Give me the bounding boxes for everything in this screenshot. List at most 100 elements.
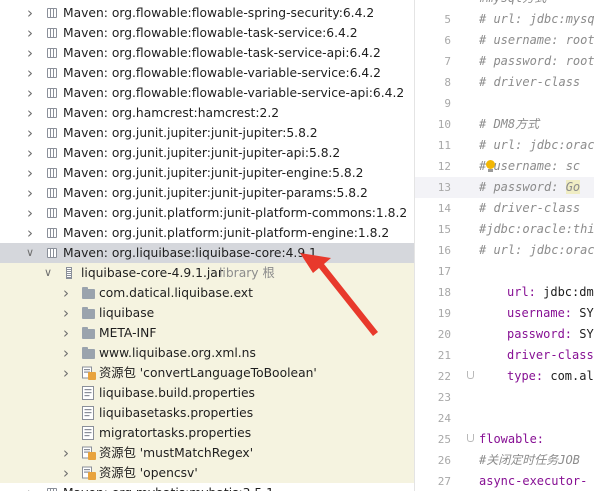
line-number: 8 bbox=[444, 76, 451, 89]
tree-item-maven-library[interactable]: › Maven: org.junit.jupiter:junit-jupiter-… bbox=[0, 163, 414, 183]
chevron-down-icon[interactable]: ∨ bbox=[24, 243, 36, 263]
editor-line[interactable]: 15 #jdbc:oracle:thin bbox=[415, 219, 594, 240]
chevron-right-icon[interactable]: › bbox=[24, 223, 36, 243]
yaml-key: password: bbox=[507, 327, 573, 341]
tree-item-package[interactable]: › META-INF bbox=[0, 323, 414, 343]
library-icon bbox=[47, 28, 57, 38]
fold-marker-icon[interactable] bbox=[467, 434, 474, 442]
tree-item-resource-bundle[interactable]: › 资源包 'convertLanguageToBoolean' bbox=[0, 363, 414, 383]
yaml-entry: password: SYS bbox=[507, 324, 594, 345]
tree-item-label: Maven: org.liquibase:liquibase-core:4.9.… bbox=[63, 246, 317, 260]
editor-line[interactable]: 17 bbox=[415, 261, 594, 282]
chevron-right-icon[interactable]: › bbox=[24, 83, 36, 103]
chevron-right-icon[interactable]: › bbox=[24, 123, 36, 143]
comment-text: # username: root bbox=[479, 33, 594, 47]
tree-item-maven-library[interactable]: › Maven: org.junit.jupiter:junit-jupiter:… bbox=[0, 123, 414, 143]
tree-item-maven-library[interactable]: › Maven: org.flowable:flowable-task-servi… bbox=[0, 43, 414, 63]
editor-line[interactable]: 6 # username: root bbox=[415, 30, 594, 51]
editor-line[interactable]: 16 # url: jdbc:oracle bbox=[415, 240, 594, 261]
editor-line[interactable]: 24 bbox=[415, 408, 594, 429]
resource-bundle-icon bbox=[82, 446, 96, 460]
line-number: 26 bbox=[437, 454, 451, 467]
editor-line[interactable]: 21 driver-class- bbox=[415, 345, 594, 366]
chevron-down-icon[interactable]: ∨ bbox=[42, 263, 54, 283]
fold-marker-icon[interactable] bbox=[467, 371, 474, 379]
project-tree[interactable]: › Maven: org.flowable:flowable-spring-sec… bbox=[0, 0, 414, 491]
yaml-key: flowable: bbox=[479, 432, 545, 446]
chevron-right-icon[interactable]: › bbox=[60, 323, 72, 343]
yaml-value: SYS bbox=[579, 327, 594, 341]
tree-item-resource-bundle[interactable]: › 资源包 'opencsv' bbox=[0, 463, 414, 483]
tree-item-maven-library[interactable]: › Maven: org.flowable:flowable-task-servi… bbox=[0, 23, 414, 43]
tree-item-package[interactable]: › www.liquibase.org.xml.ns bbox=[0, 343, 414, 363]
editor-line[interactable]: 18 url: jdbc:dm:/ bbox=[415, 282, 594, 303]
editor-line[interactable]: 19 username: SYS bbox=[415, 303, 594, 324]
editor-line[interactable]: 14 # driver-class bbox=[415, 198, 594, 219]
chevron-right-icon[interactable]: › bbox=[24, 483, 36, 491]
line-number: 6 bbox=[444, 34, 451, 47]
tree-item-maven-library[interactable]: › Maven: org.junit.platform:junit-platfor… bbox=[0, 223, 414, 243]
tree-item-package[interactable]: › com.datical.liquibase.ext bbox=[0, 283, 414, 303]
tree-item-properties-file[interactable]: liquibasetasks.properties bbox=[0, 403, 414, 423]
chevron-right-icon[interactable]: › bbox=[60, 343, 72, 363]
tree-item-maven-library[interactable]: › Maven: org.junit.platform:junit-platfor… bbox=[0, 203, 414, 223]
tree-item-jar[interactable]: ∨ liquibase-core-4.9.1.jar library 根 bbox=[0, 263, 414, 283]
tree-item-label: liquibase-core-4.9.1.jar bbox=[81, 266, 223, 280]
editor-line[interactable]: 7 # password: root bbox=[415, 51, 594, 72]
tree-item-maven-library[interactable]: › Maven: org.junit.jupiter:junit-jupiter-… bbox=[0, 143, 414, 163]
editor-line[interactable]: 25 flowable: bbox=[415, 429, 594, 450]
tree-item-maven-library[interactable]: › Maven: org.mybatis:mybatis:3.5.1 bbox=[0, 483, 414, 491]
tree-item-label: com.datical.liquibase.ext bbox=[99, 286, 253, 300]
tree-item-label: META-INF bbox=[99, 326, 157, 340]
editor-line[interactable]: 10 # DM8方式 bbox=[415, 114, 594, 135]
chevron-right-icon[interactable]: › bbox=[24, 203, 36, 223]
line-number: 27 bbox=[437, 475, 451, 488]
chevron-right-icon[interactable]: › bbox=[60, 283, 72, 303]
editor-line[interactable]: 23 bbox=[415, 387, 594, 408]
chevron-right-icon[interactable]: › bbox=[24, 43, 36, 63]
tree-item-label: Maven: org.flowable:flowable-task-servic… bbox=[63, 46, 381, 60]
tree-item-maven-library[interactable]: › Maven: org.flowable:flowable-variable-s… bbox=[0, 63, 414, 83]
tree-item-maven-library[interactable]: › Maven: org.flowable:flowable-variable-s… bbox=[0, 83, 414, 103]
editor-line[interactable]: 26 #关闭定时任务JOB bbox=[415, 450, 594, 471]
tree-item-properties-file[interactable]: migratortasks.properties bbox=[0, 423, 414, 443]
chevron-right-icon[interactable]: › bbox=[24, 183, 36, 203]
tree-item-package[interactable]: › liquibase bbox=[0, 303, 414, 323]
editor-line[interactable]: 8 # driver-class bbox=[415, 72, 594, 93]
chevron-right-icon[interactable]: › bbox=[24, 103, 36, 123]
tree-item-liquibase-core[interactable]: ∨ Maven: org.liquibase:liquibase-core:4.9… bbox=[0, 243, 414, 263]
editor-line[interactable]: 20 password: SYS bbox=[415, 324, 594, 345]
properties-file-icon bbox=[82, 386, 94, 400]
editor-line[interactable]: 13 # password: Go bbox=[415, 177, 594, 198]
tree-item-properties-file[interactable]: liquibase.build.properties bbox=[0, 383, 414, 403]
chevron-right-icon[interactable]: › bbox=[24, 63, 36, 83]
tree-item-maven-library[interactable]: › Maven: org.flowable:flowable-spring-sec… bbox=[0, 3, 414, 23]
chevron-right-icon[interactable]: › bbox=[60, 363, 72, 383]
editor-line[interactable]: 27 async-executor- bbox=[415, 471, 594, 491]
chevron-right-icon[interactable]: › bbox=[24, 3, 36, 23]
library-icon bbox=[47, 168, 57, 178]
editor-line[interactable]: 22 type: com.ali bbox=[415, 366, 594, 387]
chevron-right-icon[interactable]: › bbox=[24, 163, 36, 183]
chevron-right-icon[interactable]: › bbox=[24, 143, 36, 163]
comment-text: # DM8方式 bbox=[479, 117, 540, 131]
tree-item-maven-library[interactable]: › Maven: org.hamcrest:hamcrest:2.2 bbox=[0, 103, 414, 123]
tree-item-resource-bundle[interactable]: › 资源包 'mustMatchRegex' bbox=[0, 443, 414, 463]
line-number: 13 bbox=[437, 181, 451, 194]
editor-line[interactable]: 5 # url: jdbc:mysql bbox=[415, 9, 594, 30]
chevron-right-icon[interactable]: › bbox=[60, 463, 72, 483]
editor-line[interactable]: #mysql方式 bbox=[415, 0, 594, 9]
resource-bundle-icon bbox=[82, 366, 96, 380]
line-number: 24 bbox=[437, 412, 451, 425]
chevron-right-icon[interactable]: › bbox=[60, 443, 72, 463]
tree-item-label: migratortasks.properties bbox=[99, 426, 252, 440]
chevron-right-icon[interactable]: › bbox=[60, 303, 72, 323]
chevron-right-icon[interactable]: › bbox=[24, 23, 36, 43]
yaml-entry: url: jdbc:dm:/ bbox=[507, 282, 594, 303]
editor-line[interactable]: 9 bbox=[415, 93, 594, 114]
editor-line[interactable]: 12 # username: sc bbox=[415, 156, 594, 177]
tree-item-maven-library[interactable]: › Maven: org.junit.jupiter:junit-jupiter-… bbox=[0, 183, 414, 203]
resource-bundle-icon bbox=[82, 466, 96, 480]
code-editor[interactable]: #mysql方式 5 # url: jdbc:mysql 6 # username: r… bbox=[414, 0, 594, 491]
editor-line[interactable]: 11 # url: jdbc:oracle bbox=[415, 135, 594, 156]
